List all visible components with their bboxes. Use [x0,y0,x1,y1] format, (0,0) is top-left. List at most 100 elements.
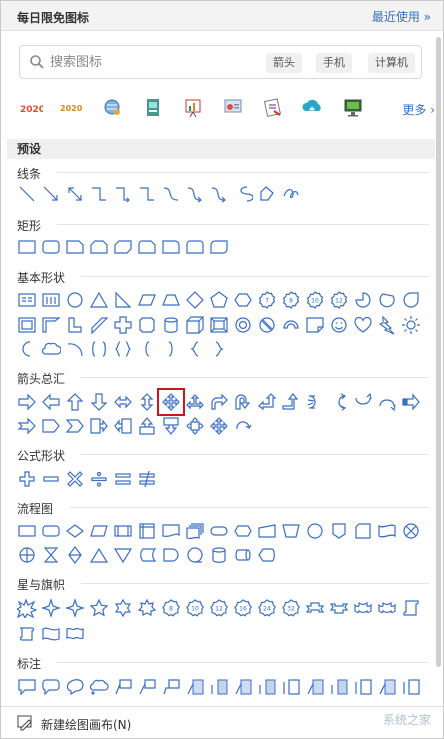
scribble-shape[interactable] [281,184,301,204]
fc-conn-shape[interactable] [305,521,325,541]
curved-down-shape[interactable] [377,392,397,412]
recent-used-link[interactable]: 最近使用 » [372,8,431,25]
parallelogram-shape[interactable] [137,290,157,310]
snip2-shape[interactable] [89,237,109,257]
fc-seq-shape[interactable] [185,545,205,565]
2020-gold-icon[interactable]: 2020 [59,97,83,119]
arrow-line-shape[interactable] [41,184,61,204]
callout-right-shape[interactable] [89,416,109,436]
fc-decision-shape[interactable] [65,521,85,541]
fc-sort-shape[interactable] [65,545,85,565]
round1-shape[interactable] [161,237,181,257]
cal-bar-shape[interactable] [305,677,325,697]
2020-text-icon[interactable]: 2020 [19,97,43,119]
fc-card-shape[interactable] [353,521,373,541]
globe-icon[interactable] [101,97,125,119]
monitor-icon[interactable] [341,97,365,119]
cloud-shape[interactable] [41,339,61,359]
notched-right-shape[interactable] [17,416,37,436]
s-curve-shape[interactable] [233,184,253,204]
star12-badge-shape[interactable]: 12 [209,598,229,618]
search-input[interactable] [50,52,200,72]
callout-quad-shape[interactable] [185,416,205,436]
curved-ribbon-shape[interactable] [353,598,373,618]
vtext-shape[interactable] [41,290,61,310]
arrow-right-shape[interactable] [17,392,37,412]
fc-manual-shape[interactable] [257,521,277,541]
certificate-icon[interactable] [261,97,285,119]
minus-shape[interactable] [41,469,61,489]
fc-term-shape[interactable] [209,521,229,541]
pent-arrow-shape[interactable] [41,416,61,436]
fc-stored-shape[interactable] [137,545,157,565]
fc-direct-shape[interactable] [233,545,253,565]
rect-shape[interactable] [17,237,37,257]
star4-shape[interactable] [41,598,61,618]
moon-shape[interactable] [17,339,37,359]
frame-shape[interactable] [17,315,37,335]
divide-shape[interactable] [89,469,109,489]
bent-up-shape[interactable] [281,392,301,412]
fc-disk-shape[interactable] [209,545,229,565]
textbox-shape[interactable] [17,290,37,310]
star8-badge-shape[interactable]: 8 [161,598,181,618]
block-arc-shape[interactable] [281,315,301,335]
cube-shape[interactable] [185,315,205,335]
cloud-upload-icon[interactable] [301,97,325,119]
new-canvas-button[interactable]: 新建绘图画布(N) [41,716,131,733]
lr-up-arrow-shape[interactable] [185,392,205,412]
uturn-shape[interactable] [233,392,253,412]
lightning-shape[interactable] [377,315,397,335]
arrow-left-shape[interactable] [41,392,61,412]
bent-arrow-shape[interactable] [209,392,229,412]
fc-alt-shape[interactable] [41,521,61,541]
cal-bar-shape[interactable] [233,677,253,697]
elbow-shape[interactable] [137,184,157,204]
octagon-badge-shape[interactable]: 8 [281,290,301,310]
can-shape[interactable] [161,315,181,335]
round-rect-shape[interactable] [41,237,61,257]
ribbon-up-shape[interactable] [305,598,325,618]
dbl-wave-shape[interactable] [65,623,85,643]
star6-shape[interactable] [113,598,133,618]
more-icons-link[interactable]: 更多 › [402,101,435,118]
cal-border-shape[interactable] [281,677,301,697]
smiley-shape[interactable] [329,315,349,335]
fc-prep-shape[interactable] [233,521,253,541]
pentagon-shape[interactable] [209,290,229,310]
chord-shape[interactable] [377,290,397,310]
fc-internal-shape[interactable] [137,521,157,541]
callout-up-shape[interactable] [137,416,157,436]
star24-badge-shape[interactable]: 24 [257,598,277,618]
triangle-shape[interactable] [89,290,109,310]
dbl-arrow-shape[interactable] [65,184,85,204]
curved-right-shape[interactable] [305,392,325,412]
plaque-shape[interactable] [137,315,157,335]
cal-bar-shape[interactable] [377,677,397,697]
curved-ribbon-shape[interactable] [377,598,397,618]
fc-data-shape[interactable] [89,521,109,541]
cal-rect-shape[interactable] [17,677,37,697]
cal-bar2-shape[interactable] [329,677,349,697]
cal-round-shape[interactable] [41,677,61,697]
hexagon-shape[interactable] [233,290,253,310]
round2-shape[interactable] [185,237,205,257]
star16-badge-shape[interactable]: 16 [233,598,253,618]
fc-or-shape[interactable] [17,545,37,565]
heart-shape[interactable] [353,315,373,335]
curved-up-shape[interactable] [353,392,373,412]
ribbon-down-shape[interactable] [329,598,349,618]
cal-line1-shape[interactable] [113,677,133,697]
elbow-shape[interactable] [89,184,109,204]
explosion1-shape[interactable] [17,598,37,618]
fc-predef-shape[interactable] [113,521,133,541]
folded-shape[interactable] [305,315,325,335]
fc-extract-shape[interactable] [89,545,109,565]
donut-shape[interactable] [233,315,253,335]
callout-down-shape[interactable] [161,416,181,436]
trapezoid-shape[interactable] [161,290,181,310]
cal-border-shape[interactable] [401,677,421,697]
cal-oval-shape[interactable] [65,677,85,697]
fc-process-shape[interactable] [17,521,37,541]
arrow-l-r-shape[interactable] [113,392,133,412]
